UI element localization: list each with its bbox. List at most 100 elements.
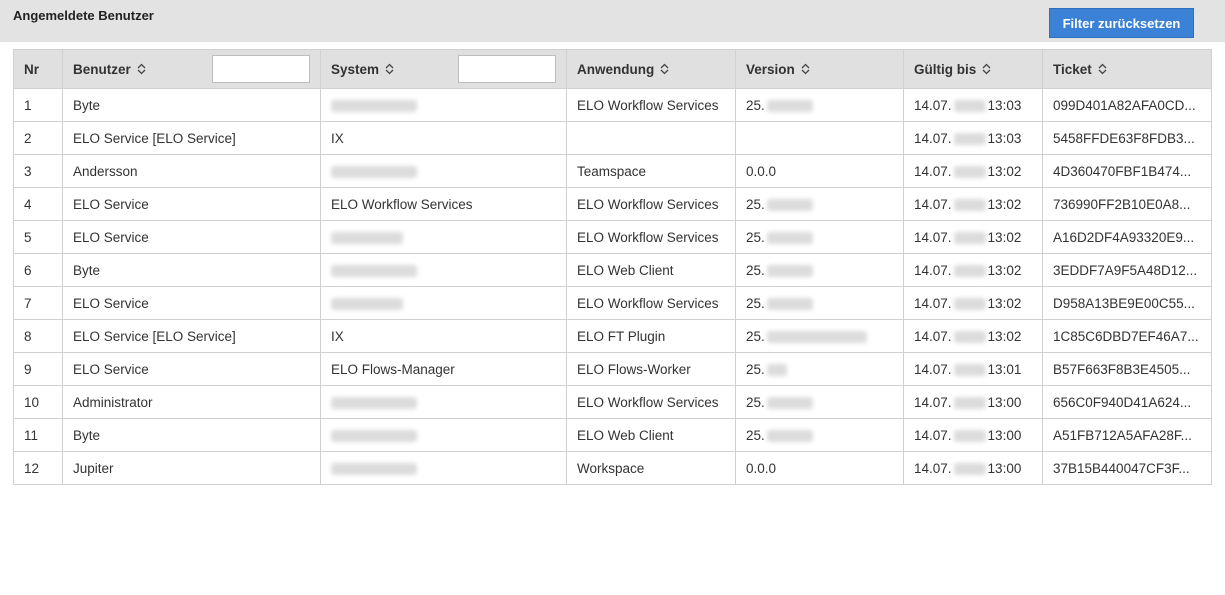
- cell-user: ELO Service: [62, 187, 321, 221]
- version-value: 25.: [746, 328, 765, 344]
- sort-icon[interactable]: [660, 63, 669, 75]
- cell-nr: 2: [13, 121, 63, 155]
- application-name: ELO Workflow Services: [577, 295, 719, 311]
- row-number: 9: [24, 361, 32, 377]
- application-name: ELO Workflow Services: [577, 229, 719, 245]
- table-row[interactable]: 8 ELO Service [ELO Service] IX ELO FT Plugi…: [13, 319, 1212, 353]
- cell-version: 25.: [735, 319, 904, 353]
- application-name: ELO Workflow Services: [577, 97, 719, 113]
- table-row[interactable]: 6 Byte ELO Web Client 25. 14.07. 13:02 3EDDF7A…: [13, 253, 1212, 287]
- column-header-system[interactable]: System: [320, 49, 567, 89]
- cell-system: [320, 418, 567, 452]
- column-header-version[interactable]: Version: [735, 49, 904, 89]
- table-row[interactable]: 9 ELO Service ELO Flows-Manager ELO Flows-W…: [13, 352, 1212, 386]
- cell-nr: 10: [13, 385, 63, 419]
- redacted-value: [953, 330, 986, 343]
- table-row[interactable]: 2 ELO Service [ELO Service] IX 14.07. 13:03 5…: [13, 121, 1212, 155]
- table-row[interactable]: 12 Jupiter Workspace 0.0.0 14.07. 13:00 37B15B…: [13, 451, 1212, 485]
- cell-ticket: 656C0F940D41A624...: [1042, 385, 1212, 419]
- table-row[interactable]: 1 Byte ELO Workflow Services 25. 14.07. 13:03…: [13, 88, 1212, 122]
- column-header-label[interactable]: Benutzer: [73, 62, 131, 77]
- cell-valid-until: 14.07. 13:02: [903, 187, 1043, 221]
- ticket-id: 656C0F940D41A624...: [1053, 394, 1192, 410]
- cell-valid-until: 14.07. 13:03: [903, 121, 1043, 155]
- column-header-ticket[interactable]: Ticket: [1042, 49, 1212, 89]
- column-header-label[interactable]: Version: [746, 62, 795, 77]
- sort-icon[interactable]: [982, 63, 991, 75]
- cell-nr: 7: [13, 286, 63, 320]
- valid-until-date: 14.07.: [914, 295, 952, 311]
- cell-application: ELO Web Client: [566, 253, 736, 287]
- redacted-value: [766, 363, 787, 376]
- row-number: 7: [24, 295, 32, 311]
- cell-ticket: 37B15B440047CF3F...: [1042, 451, 1212, 485]
- valid-until-time: 13:00: [987, 460, 1022, 476]
- system-filter-input[interactable]: [458, 55, 556, 83]
- sort-icon[interactable]: [1098, 63, 1107, 75]
- redacted-value: [331, 264, 417, 277]
- ticket-id: 5458FFDE63F8FDB3...: [1053, 130, 1195, 146]
- system-name: ELO Flows-Manager: [331, 361, 455, 377]
- column-header-benutzer[interactable]: Benutzer: [62, 49, 321, 89]
- cell-system: [320, 220, 567, 254]
- cell-version: [735, 121, 904, 155]
- ticket-id: B57F663F8B3E4505...: [1053, 361, 1191, 377]
- cell-system: ELO Flows-Manager: [320, 352, 567, 386]
- column-header-anwendung[interactable]: Anwendung: [566, 49, 736, 89]
- cell-application: ELO FT Plugin: [566, 319, 736, 353]
- table-row[interactable]: 3 Andersson Teamspace 0.0.0 14.07. 13:02 4D360…: [13, 154, 1212, 188]
- cell-user: Byte: [62, 418, 321, 452]
- redacted-value: [766, 198, 813, 211]
- valid-until-date: 14.07.: [914, 427, 952, 443]
- cell-user: ELO Service: [62, 286, 321, 320]
- valid-until-time: 13:02: [987, 163, 1022, 179]
- sort-icon[interactable]: [801, 63, 810, 75]
- table-row[interactable]: 5 ELO Service ELO Workflow Services 25. 14.0…: [13, 220, 1212, 254]
- column-header-label[interactable]: Gültig bis: [914, 62, 976, 77]
- redacted-value: [953, 198, 986, 211]
- cell-version: 25.: [735, 253, 904, 287]
- column-header-label[interactable]: Anwendung: [577, 62, 654, 77]
- version-value: 0.0.0: [746, 163, 777, 179]
- reset-filter-button[interactable]: Filter zurücksetzen: [1049, 8, 1194, 38]
- valid-until-date: 14.07.: [914, 97, 952, 113]
- application-name: ELO Workflow Services: [577, 196, 719, 212]
- cell-system: [320, 451, 567, 485]
- redacted-value: [766, 330, 867, 343]
- cell-nr: 5: [13, 220, 63, 254]
- application-name: ELO Web Client: [577, 262, 674, 278]
- column-header-label[interactable]: System: [331, 62, 379, 77]
- cell-version: 25.: [735, 220, 904, 254]
- cell-version: 25.: [735, 88, 904, 122]
- user-name: ELO Service [ELO Service]: [73, 130, 236, 146]
- cell-valid-until: 14.07. 13:00: [903, 451, 1043, 485]
- column-header-gueltig-bis[interactable]: Gültig bis: [903, 49, 1043, 89]
- cell-application: ELO Workflow Services: [566, 286, 736, 320]
- table-row[interactable]: 10 Administrator ELO Workflow Services 25. 1…: [13, 385, 1212, 419]
- row-number: 10: [24, 394, 40, 410]
- table-row[interactable]: 11 Byte ELO Web Client 25. 14.07. 13:00 A51FB7…: [13, 418, 1212, 452]
- cell-version: 25.: [735, 352, 904, 386]
- redacted-value: [953, 429, 986, 442]
- row-number: 8: [24, 328, 32, 344]
- user-filter-input[interactable]: [212, 55, 310, 83]
- redacted-value: [953, 231, 986, 244]
- cell-application: Teamspace: [566, 154, 736, 188]
- cell-ticket: A16D2DF4A93320E9...: [1042, 220, 1212, 254]
- valid-until-date: 14.07.: [914, 460, 952, 476]
- sort-icon[interactable]: [385, 63, 394, 75]
- redacted-value: [953, 99, 986, 112]
- table-row[interactable]: 7 ELO Service ELO Workflow Services 25. 14.0…: [13, 286, 1212, 320]
- cell-user: Jupiter: [62, 451, 321, 485]
- valid-until-time: 13:03: [987, 130, 1022, 146]
- row-number: 12: [24, 460, 40, 476]
- table-row[interactable]: 4 ELO Service ELO Workflow Services ELO Wor…: [13, 187, 1212, 221]
- cell-valid-until: 14.07. 13:01: [903, 352, 1043, 386]
- cell-nr: 12: [13, 451, 63, 485]
- cell-ticket: 3EDDF7A9F5A48D12...: [1042, 253, 1212, 287]
- column-header-label[interactable]: Ticket: [1053, 62, 1092, 77]
- column-header-nr: Nr: [13, 49, 63, 89]
- cell-application: ELO Workflow Services: [566, 187, 736, 221]
- redacted-value: [331, 396, 417, 409]
- sort-icon[interactable]: [137, 63, 146, 75]
